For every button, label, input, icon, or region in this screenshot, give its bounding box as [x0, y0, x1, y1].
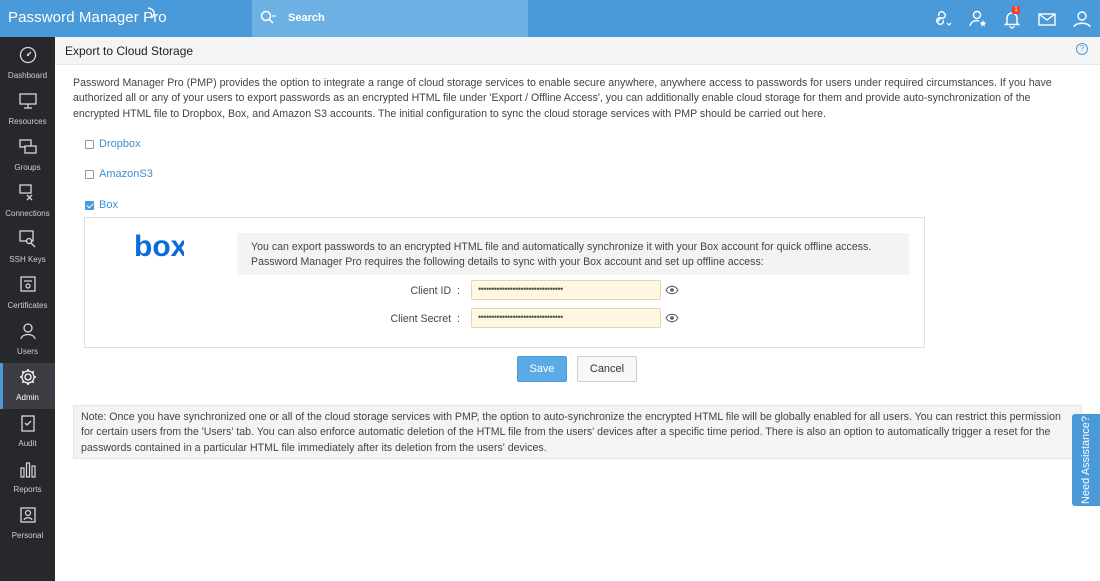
client-id-input[interactable]: ••••••••••••••••••••••••••••••••: [471, 280, 661, 300]
sidebar-item-certificates[interactable]: Certificates: [0, 271, 55, 317]
need-assistance-label: Need Assistance?: [1080, 415, 1092, 505]
sidebar-item-label: Groups: [14, 163, 41, 172]
sidebar-item-label: Users: [17, 347, 38, 356]
sidebar-item-label: Resources: [8, 117, 47, 126]
groups-icon: [19, 139, 37, 154]
sidebar-item-connections[interactable]: Connections: [0, 179, 55, 225]
sidebar-item-label: Certificates: [7, 301, 48, 310]
gear-icon: [20, 369, 36, 385]
search-icon: [260, 10, 276, 24]
sidebar-item-audit[interactable]: Audit: [0, 409, 55, 455]
page-title-bar: Export to Cloud Storage ?: [55, 37, 1100, 65]
note-box: Note: Once you have synchronized one or …: [73, 405, 1082, 459]
amazons3-label[interactable]: AmazonS3: [99, 168, 153, 180]
key-icon: [19, 230, 36, 248]
sidebar-item-label: SSH Keys: [9, 255, 46, 264]
user-icon[interactable]: [1071, 8, 1093, 30]
notification-badge: 1: [1012, 6, 1020, 14]
app-brand[interactable]: Password Manager Pro: [8, 9, 167, 26]
save-button[interactable]: Save: [517, 356, 567, 382]
client-id-label: Client ID :: [410, 285, 460, 297]
sidebar-item-reports[interactable]: Reports: [0, 455, 55, 501]
sidebar-item-personal[interactable]: Personal: [0, 501, 55, 547]
box-checkbox[interactable]: [85, 201, 94, 210]
box-label[interactable]: Box: [99, 199, 118, 211]
monitor-icon: [19, 93, 37, 109]
box-config-panel: box You can export passwords to an encry…: [84, 217, 925, 348]
amazons3-checkbox[interactable]: [85, 170, 94, 179]
box-description: You can export passwords to an encrypted…: [237, 233, 909, 275]
user-icon: [20, 323, 36, 340]
sidebar-item-users[interactable]: Users: [0, 317, 55, 363]
sidebar-item-ssh-keys[interactable]: SSH Keys: [0, 225, 55, 271]
svg-text:box: box: [134, 232, 184, 260]
dropbox-label[interactable]: Dropbox: [99, 138, 141, 150]
sidebar-item-label: Admin: [16, 393, 39, 402]
mail-icon[interactable]: [1036, 8, 1058, 30]
brand-swoosh-icon: [147, 7, 155, 19]
eye-icon[interactable]: [665, 285, 679, 295]
search-bar[interactable]: Search: [252, 0, 528, 37]
active-indicator: [0, 363, 3, 409]
box-logo: box: [134, 232, 184, 260]
star-user-icon[interactable]: [967, 8, 989, 30]
client-secret-input[interactable]: ••••••••••••••••••••••••••••••••: [471, 308, 661, 328]
sidebar-item-label: Personal: [11, 531, 44, 540]
dashboard-icon: [19, 46, 37, 64]
sidebar-item-resources[interactable]: Resources: [0, 87, 55, 133]
intro-text: Password Manager Pro (PMP) provides the …: [73, 77, 1052, 120]
link-icon[interactable]: [931, 8, 953, 30]
connections-icon: [19, 184, 33, 201]
client-secret-label: Client Secret :: [390, 313, 461, 325]
dropbox-checkbox[interactable]: [85, 140, 94, 149]
sidebar-item-groups[interactable]: Groups: [0, 133, 55, 179]
person-card-icon: [20, 507, 36, 523]
eye-icon[interactable]: [665, 313, 679, 323]
page-title: Export to Cloud Storage: [65, 44, 194, 58]
top-bar: Password Manager Pro Search 1: [0, 0, 1100, 37]
sidebar-item-dashboard[interactable]: Dashboard: [0, 41, 55, 87]
help-icon[interactable]: ?: [1076, 43, 1088, 55]
bar-chart-icon: [20, 462, 36, 478]
search-input[interactable]: Search: [288, 12, 325, 24]
sidebar-item-label: Reports: [13, 485, 42, 494]
sidebar-item-label: Dashboard: [7, 71, 48, 80]
sidebar-item-admin[interactable]: Admin: [0, 363, 55, 409]
need-assistance-tab[interactable]: Need Assistance?: [1072, 414, 1100, 506]
certificate-icon: [20, 276, 36, 292]
sidebar-item-label: Audit: [18, 439, 37, 448]
sidebar-item-label: Connections: [5, 209, 50, 218]
main-content: Export to Cloud Storage ? Password Manag…: [55, 37, 1100, 581]
sidebar: Dashboard Resources Groups Connections S…: [0, 37, 55, 581]
clipboard-icon: [21, 415, 35, 432]
cancel-button[interactable]: Cancel: [577, 356, 637, 382]
